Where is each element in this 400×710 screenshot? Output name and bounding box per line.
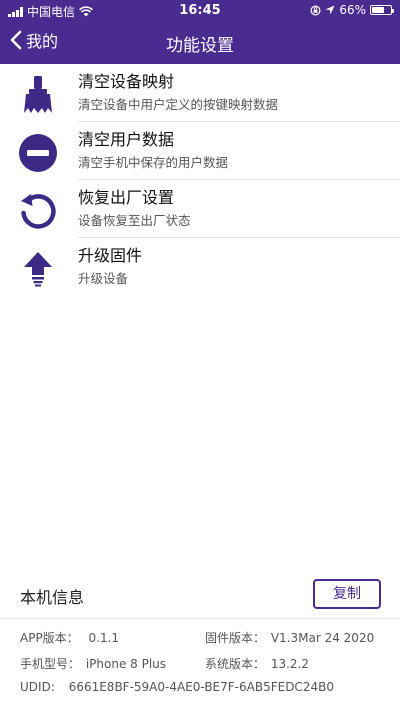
app-version-row: APP版本： 0.1.1 bbox=[20, 629, 119, 646]
udid-value: 6661E8BF-59A0-4AE0-BE7F-6AB5FEDC24B0 bbox=[68, 680, 334, 694]
phone-model-row: 手机型号： iPhone 8 Plus bbox=[20, 655, 166, 672]
nav-bar: 我的 功能设置 bbox=[0, 20, 400, 64]
device-info-title: 本机信息 bbox=[20, 588, 85, 607]
system-version-row: 系统版本： 13.2.2 bbox=[205, 655, 309, 672]
item-title: 恢复出厂设置 bbox=[78, 188, 175, 207]
restore-icon bbox=[21, 194, 56, 229]
clear-device-mapping-item[interactable]: 清空设备映射 清空设备中用户定义的按键映射数据 bbox=[0, 64, 400, 122]
system-version-label: 系统版本： bbox=[205, 657, 266, 671]
item-subtitle: 升级设备 bbox=[78, 271, 129, 286]
firmware-version-value: V1.3Mar 24 2020 bbox=[270, 631, 375, 645]
firmware-version-row: 固件版本： V1.3Mar 24 2020 bbox=[205, 629, 374, 646]
status-bar: 中国电信 16:45 66% bbox=[0, 0, 400, 20]
top-bar: 中国电信 16:45 66% 我的 功能设置 bbox=[0, 0, 400, 64]
item-title: 清空设备映射 bbox=[78, 72, 175, 91]
upgrade-firmware-item[interactable]: 升级固件 升级设备 bbox=[0, 238, 400, 296]
item-title: 清空用户数据 bbox=[78, 130, 175, 149]
minus-circle-icon bbox=[19, 134, 57, 172]
system-version-value: 13.2.2 bbox=[270, 657, 310, 671]
phone-model-label: 手机型号： bbox=[20, 657, 81, 671]
settings-list: 清空设备映射 清空设备中用户定义的按键映射数据 清空用户数据 清空手机中保存的用… bbox=[0, 64, 400, 296]
item-subtitle: 清空设备中用户定义的按键映射数据 bbox=[78, 97, 279, 112]
broom-icon bbox=[24, 76, 52, 113]
item-subtitle: 清空手机中保存的用户数据 bbox=[78, 155, 229, 170]
factory-reset-item[interactable]: 恢复出厂设置 设备恢复至出厂状态 bbox=[0, 180, 400, 238]
app-version-label: APP版本： bbox=[20, 631, 79, 645]
location-icon bbox=[325, 5, 335, 15]
battery-percent: 66% bbox=[339, 3, 366, 17]
item-subtitle: 设备恢复至出厂状态 bbox=[78, 213, 191, 228]
page-title: 功能设置 bbox=[166, 36, 234, 56]
phone-model-value: iPhone 8 Plus bbox=[85, 657, 167, 671]
udid-label: UDID: bbox=[20, 680, 55, 694]
app-version-value: 0.1.1 bbox=[88, 631, 120, 645]
upgrade-arrow-icon bbox=[24, 252, 52, 287]
divider bbox=[0, 618, 400, 619]
firmware-version-label: 固件版本： bbox=[205, 631, 266, 645]
copy-button[interactable]: 复制 bbox=[313, 579, 381, 609]
battery-icon bbox=[370, 5, 394, 15]
clear-user-data-item[interactable]: 清空用户数据 清空手机中保存的用户数据 bbox=[0, 122, 400, 180]
status-right: 66% bbox=[310, 3, 394, 17]
orientation-lock-icon bbox=[310, 4, 321, 16]
udid-row: UDID: 6661E8BF-59A0-4AE0-BE7F-6AB5FEDC24… bbox=[20, 680, 334, 694]
item-title: 升级固件 bbox=[78, 246, 143, 265]
